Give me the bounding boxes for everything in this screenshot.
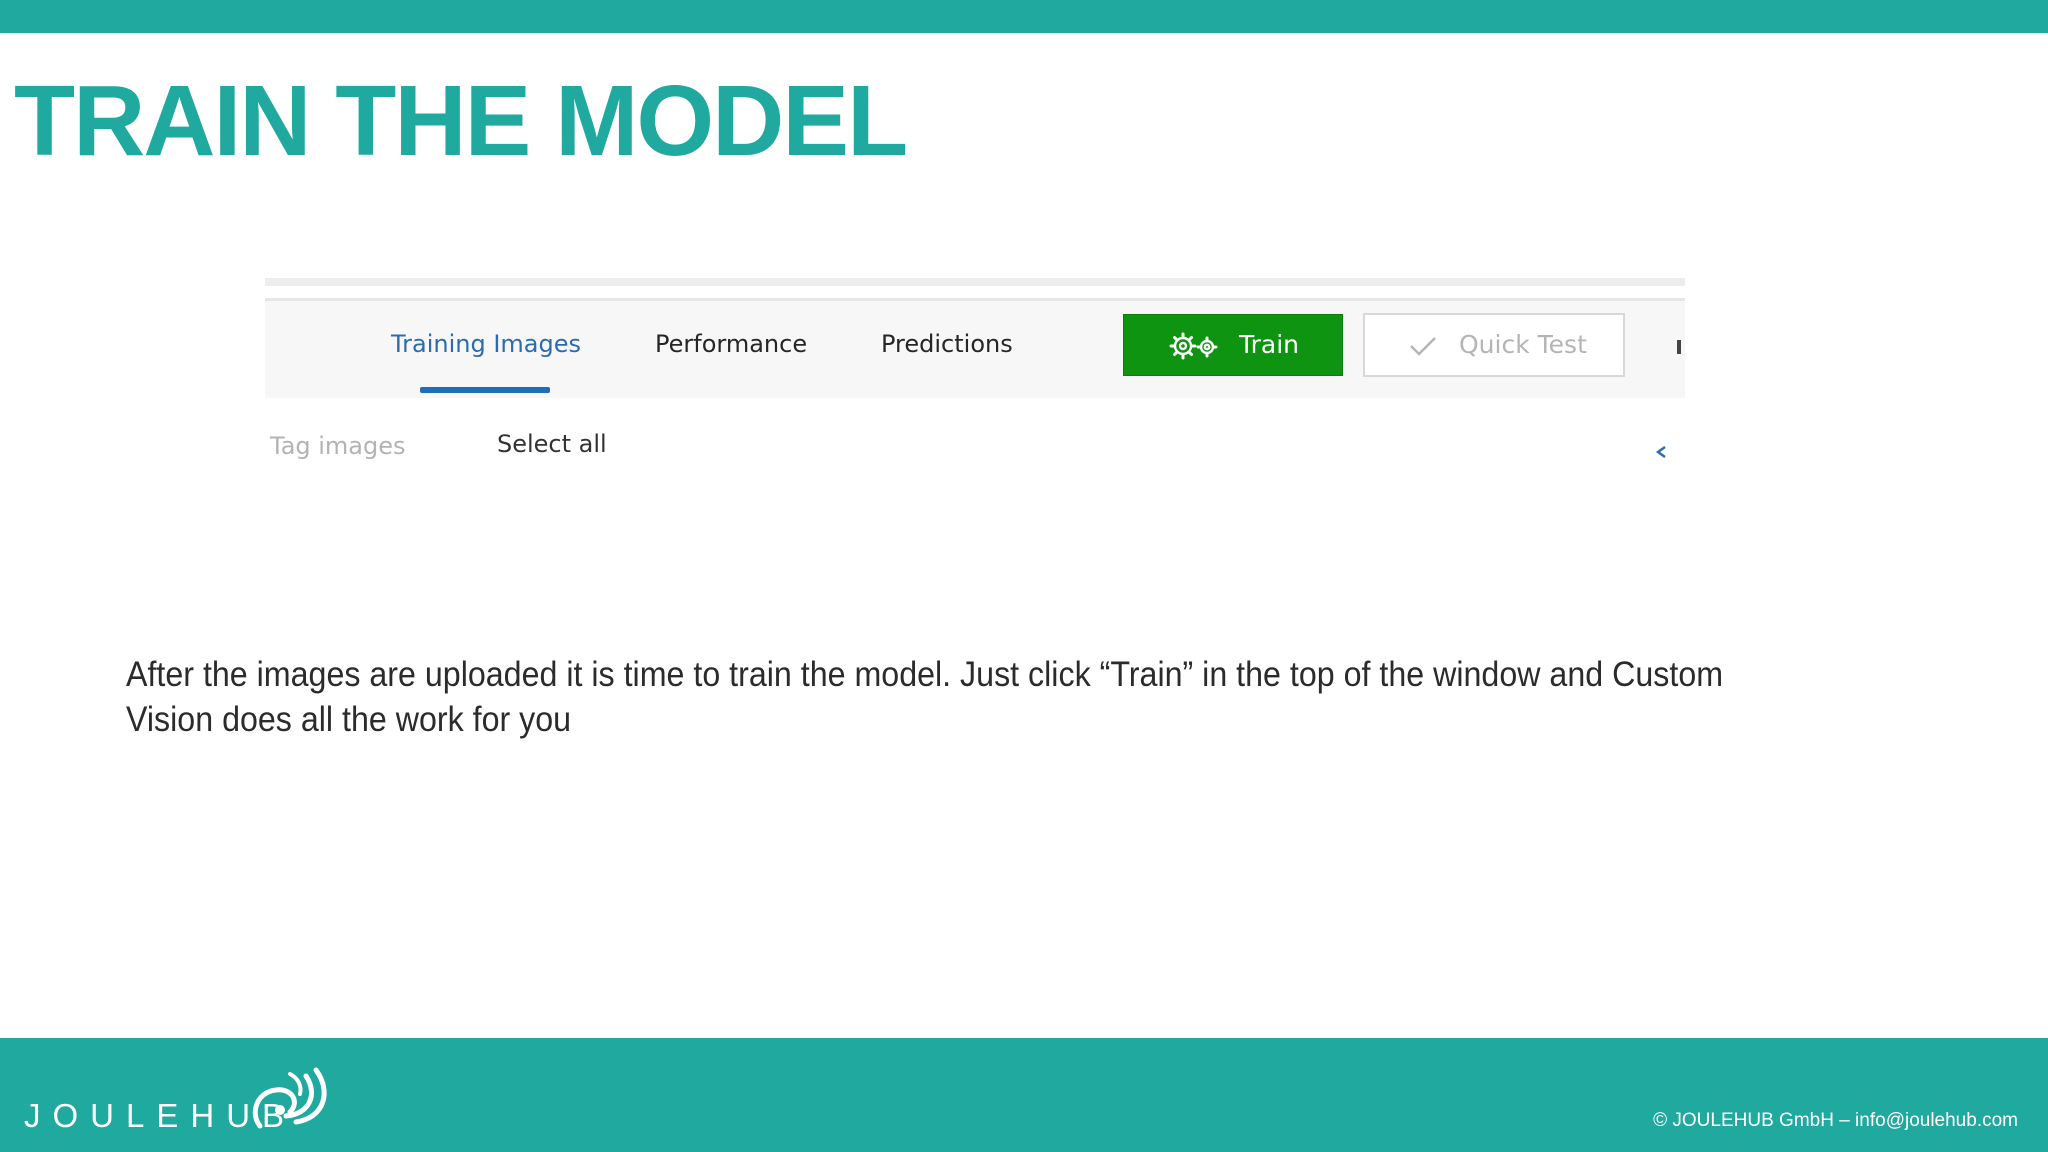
- quick-test-button[interactable]: Quick Test: [1363, 313, 1625, 377]
- more-options-icon[interactable]: [1677, 340, 1681, 354]
- chevron-left-icon[interactable]: [1654, 444, 1668, 460]
- tab-predictions[interactable]: Predictions: [881, 330, 1013, 358]
- slide-title: TRAIN THE MODEL: [14, 65, 908, 177]
- screenshot-top-border: [265, 278, 1685, 286]
- gears-icon: [1169, 332, 1218, 360]
- top-accent-bar: [0, 0, 2048, 33]
- custom-vision-screenshot: Training Images Performance Predictions …: [265, 278, 1685, 478]
- quick-test-button-label: Quick Test: [1459, 330, 1587, 359]
- copyright-text: © JOULEHUB GmbH – info@joulehub.com: [1653, 1110, 2018, 1131]
- train-button-label: Train: [1239, 330, 1299, 359]
- train-button[interactable]: Train: [1123, 314, 1343, 376]
- active-tab-indicator: [420, 387, 550, 393]
- select-all-link[interactable]: Select all: [497, 430, 607, 458]
- slide-body-text: After the images are uploaded it is time…: [126, 655, 1724, 739]
- tab-training-images[interactable]: Training Images: [391, 330, 581, 358]
- joulehub-logo-icon: [252, 1067, 327, 1129]
- tag-images-label[interactable]: Tag images: [270, 432, 406, 460]
- check-icon: [1410, 337, 1436, 356]
- tab-performance[interactable]: Performance: [655, 330, 807, 358]
